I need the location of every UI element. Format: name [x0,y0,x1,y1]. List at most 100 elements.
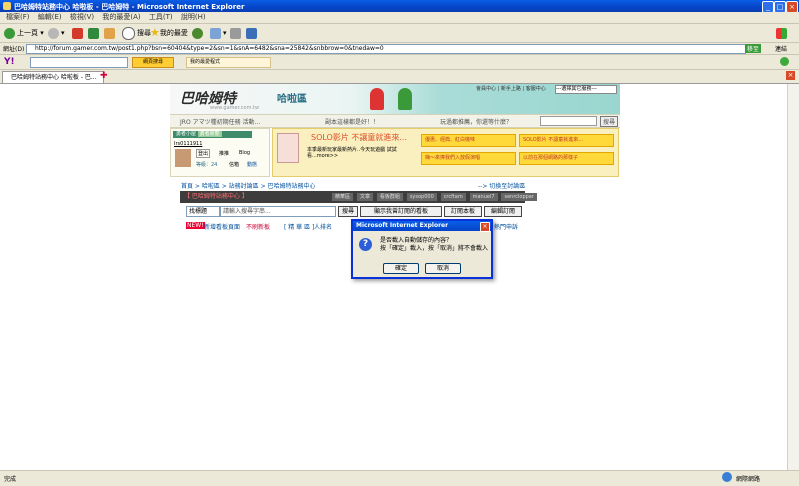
cancel-button[interactable]: 取消 [425,263,461,274]
back-arrow-icon [4,27,15,39]
globe-icon [722,472,732,482]
print-button[interactable] [230,26,243,40]
address-label: 網址(D) [3,46,25,53]
blog-link[interactable]: Blog [239,150,250,156]
show-subscribed-button[interactable]: 顯示我曾訂閱的看板 [360,206,442,217]
stop-button[interactable] [72,26,85,40]
board-tag[interactable]: sysop000 [406,193,437,201]
menu-help[interactable]: 說明(H) [181,12,206,23]
star-icon: ★ [150,26,160,39]
refresh-button[interactable] [88,26,101,40]
back-button[interactable]: 上一頁 ▾ [4,26,44,40]
board-tag[interactable]: 看板群組 [376,193,403,201]
activity-link[interactable]: 動態 [247,161,257,168]
statusbar: 完成 網際網路 [0,470,799,486]
breadcrumb[interactable]: 首頁 > 哈啦區 > 站務討論區 > 巴哈姆特站務中心 [181,181,316,190]
ad-button-4[interactable]: 以前在那個網路的那樣子 [519,152,614,165]
user-name[interactable]: Irs0111911 [174,141,202,147]
avatar[interactable] [175,149,191,167]
slogan-bar: JRO アマツ種初期任務 活動... 副本這樣都是好！！ 玩過都推薦，你還等什麼… [170,114,620,128]
menu-edit[interactable]: 編輯(E) [38,12,62,23]
forward-button[interactable]: ▾ [48,26,65,40]
yahoo-search-input[interactable] [30,57,128,68]
close-tab-button[interactable]: × [786,71,795,80]
vertical-scrollbar[interactable] [787,84,799,470]
forward-arrow-icon [48,27,59,39]
dialog-message: 是否載入自動儲存的內容？ 按「確定」載入，按「取消」將不會載入 [380,237,488,253]
ad-desc[interactable]: 本季最新玩家最新熱片..今天玩遊戲 試試看...more>> [307,147,417,159]
email-link[interactable]: 信箱 [229,161,239,168]
top-links[interactable]: 會員中心 | 新手上路 | 客服中心 [476,85,546,92]
board-tag[interactable]: crcftam [440,193,466,201]
board-tags: 精華區 文章 看板群組 sysop000 crcftam manuel7 sen… [330,191,537,203]
tab-bar: 巴哈姆特站務中心 哈啦板 - 巴... ✚ × [0,70,799,84]
switch-board-link[interactable]: --> 切換至討論區 [478,181,525,190]
zone-title: 哈啦區 [277,94,307,105]
go-button[interactable]: 移至 [745,44,762,53]
hint-link[interactable]: 推推 [219,150,229,157]
board-tag[interactable]: 文章 [356,193,373,201]
address-bar: 網址(D) http://forum.gamer.com.tw/post1.ph… [0,43,799,55]
hot-board-link[interactable]: 不刷新板 [246,222,270,231]
yahoo-logo-icon: Y! [4,57,15,67]
site-search-button[interactable]: 搜尋 [600,116,619,127]
board-tag[interactable]: senrcloppar [501,193,537,201]
picks-link[interactable]: [ 精 華 區 ] [284,222,314,231]
menu-view[interactable]: 檢視(V) [70,12,94,23]
favorites-button[interactable]: ★我的最愛 [150,26,188,40]
ad-button-1[interactable]: 優惠、經典、紅白機味 [421,134,516,147]
slogan-left[interactable]: JRO アマツ種初期任務 活動... [180,117,260,126]
dialog-title: Microsoft Internet Explorer [353,221,491,231]
tab-current[interactable]: 巴哈姆特站務中心 哈啦板 - 巴... [2,71,104,83]
stop-icon [72,27,83,39]
menu-tools[interactable]: 工具(T) [149,12,173,23]
board-name[interactable]: 【 巴哈姆特站務中心 】 [184,193,248,200]
print-icon [230,27,241,39]
edit-subscribe-button[interactable]: 編輯訂閱 [484,206,522,217]
slogan-mid[interactable]: 副本這樣都是好！！ [325,117,379,126]
site-search-input[interactable] [540,116,597,126]
report-link[interactable]: 熱門申訴 [494,222,518,231]
confirm-dialog: Microsoft Internet Explorer × ? 是否載入自動儲存… [351,219,493,279]
history-button[interactable] [192,26,205,40]
new-board-link[interactable]: 新增看板頁面 [204,222,240,231]
new-tab-button[interactable]: ✚ [100,71,108,81]
links-label[interactable]: 連結 [775,44,787,53]
server-select[interactable]: ---選擇其它服務--- [555,85,617,94]
rank-link[interactable]: 人排名 [314,222,332,231]
user-box: 勇者小屋 勇者狀態 Irs0111911 登出 推推 Blog 等級：24 信箱… [170,128,270,177]
ie-icon [3,2,11,10]
board-tag[interactable]: manuel7 [469,193,498,201]
edit-button[interactable] [246,26,259,40]
status-text: 完成 [4,476,17,483]
menubar: 檔案(F) 編輯(E) 檢視(V) 我的最愛(A) 工具(T) 說明(H) [0,12,799,24]
board-tag[interactable]: 精華區 [332,193,354,201]
ad-button-3[interactable]: 嗨～來捧我們入放假演唱 [421,152,516,165]
search-button[interactable]: 搜尋 [122,26,151,40]
address-input[interactable]: http://forum.gamer.com.tw/post1.php?bsn=… [26,44,746,54]
menu-file[interactable]: 檔案(F) [6,12,30,23]
ad-box: SOLO影片 不讓童就進來... 本季最新玩家最新熱片..今天玩遊戲 試試看..… [272,128,619,177]
ok-button[interactable]: 確定 [383,263,419,274]
ad-girl-image [277,133,299,163]
yahoo-status-icon [780,57,789,66]
history-icon [192,27,203,39]
slogan-right[interactable]: 玩過都推薦，你還等什麼？ [440,117,512,126]
ad-button-2[interactable]: SOLO影片 不讓童就進來... [519,134,614,147]
yahoo-search-button[interactable]: 網頁搜尋 [132,57,174,68]
search-input[interactable]: 請輸入搜尋字串... [220,206,336,217]
search-submit-button[interactable]: 搜尋 [338,206,358,217]
window-titlebar: 巴哈姆特站務中心 哈啦板 - 巴哈姆特 - Microsoft Internet… [0,0,799,13]
dialog-close-button[interactable]: × [480,222,490,232]
home-button[interactable] [104,26,117,40]
logout-button[interactable]: 登出 [196,149,211,158]
subscribe-button[interactable]: 訂閱本板 [444,206,482,217]
windows-logo-icon [776,26,789,40]
mail-button[interactable]: ▾ [210,26,227,40]
ad-title[interactable]: SOLO影片 不讓童就進來... [311,132,407,143]
yahoo-favorites-button[interactable]: 我的最愛程式 [186,57,271,68]
search-type-select[interactable]: 找標題 [186,206,220,217]
menu-favorites[interactable]: 我的最愛(A) [102,12,140,23]
board-bar: 【 巴哈姆特站務中心 】 精華區 文章 看板群組 sysop000 crcfta… [180,191,537,203]
question-icon: ? [359,238,372,251]
